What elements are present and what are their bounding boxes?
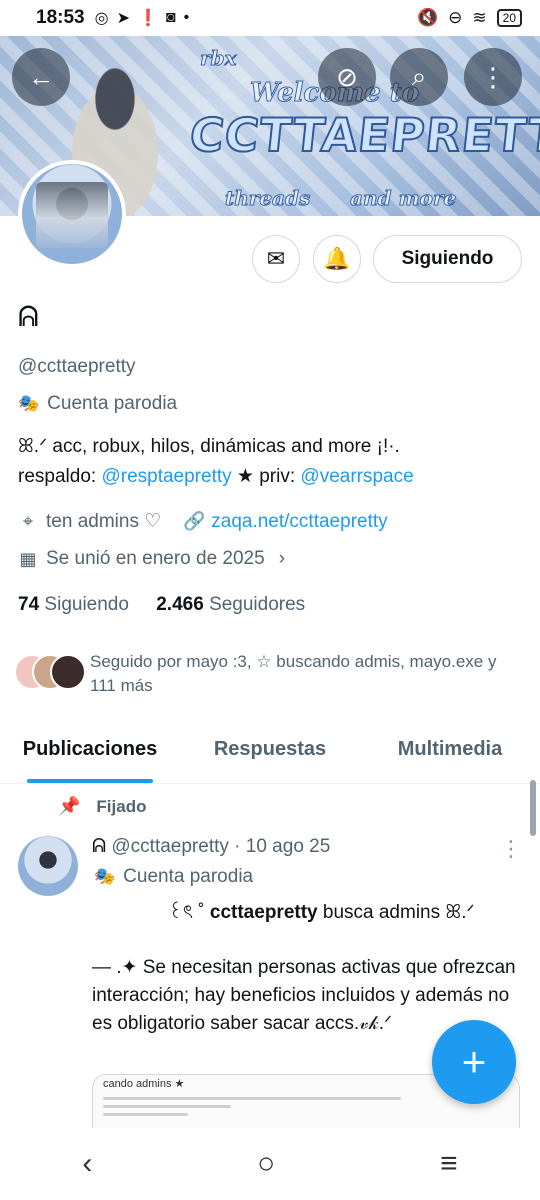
tab-publicaciones[interactable]: Publicaciones: [0, 720, 180, 783]
display-name: ᕱ: [18, 300, 39, 333]
calendar-icon: ▦: [19, 548, 37, 569]
status-bar: 18:53 ◎ ➤ ❗ ◙ • 🔇 ⊖ ≋ 20: [0, 0, 540, 36]
banner-title: CCTTAEPRETTY: [186, 107, 540, 163]
dnd-icon: ⊖: [448, 8, 463, 27]
scrollbar[interactable]: [530, 780, 536, 836]
arrow-left-icon: ←: [28, 61, 54, 92]
banner-rbx-text: rbx: [199, 46, 237, 71]
post-parody-label: 🎭 Cuenta parodia: [94, 866, 253, 888]
post-header[interactable]: ᕱ @ccttaepretty · 10 ago 25: [92, 836, 330, 858]
join-date: Se unió en enero de 2025: [46, 548, 265, 569]
following-stat[interactable]: 74 Siguiendo: [18, 594, 129, 615]
profile-tabs: Publicaciones Respuestas Multimedia: [0, 720, 540, 784]
chevron-right-icon: ›: [278, 548, 286, 569]
post-headline: ꒰ৎ ˚ ccttaepretty busca admins ꕤ.ᐟ: [168, 898, 475, 930]
whatsapp-icon: ◎: [94, 10, 109, 27]
bio-priv-link[interactable]: @vearrspace: [300, 466, 413, 487]
bio-respaldo-link[interactable]: @resptaepretty: [101, 466, 231, 487]
profile-website[interactable]: zaqa.net/ccttaepretty: [211, 511, 387, 533]
followers-label: Seguidores: [209, 594, 306, 615]
instagram-icon: ◙: [165, 9, 176, 26]
grok-button[interactable]: ⊘: [318, 48, 376, 106]
post-parody-text: Cuenta parodia: [123, 866, 254, 887]
followers-count: 2.466: [156, 594, 204, 615]
banner-threads-text: threads: [224, 186, 311, 211]
post-image-line: [103, 1097, 402, 1100]
post-more-button[interactable]: ⋮: [500, 836, 522, 862]
post-headline-prefix: ꒰ৎ ˚: [168, 902, 210, 923]
followed-by-row[interactable]: Seguido por mayo :3, ☆ buscando admis, m…: [14, 650, 526, 698]
pin-icon: 📌: [58, 796, 81, 816]
following-count: 74: [18, 594, 40, 615]
system-icons: 🔇 ⊖ ≋ 20: [417, 8, 522, 28]
post-image-line: [103, 1113, 189, 1116]
post-author-avatar[interactable]: [18, 836, 78, 896]
followers-stat[interactable]: 2.466 Seguidores: [156, 594, 305, 615]
post-headline-handle: ccttaepretty: [209, 902, 318, 923]
slash-circle-icon: ⊘: [336, 61, 358, 92]
profile-handle: @ccttaepretty: [18, 356, 136, 377]
envelope-icon: ✉: [266, 246, 286, 271]
bell-check-icon: 🔔: [323, 246, 351, 271]
tab-respuestas[interactable]: Respuestas: [180, 720, 360, 783]
join-date-row[interactable]: ▦ Se unió en enero de 2025 ›: [18, 548, 285, 570]
clock: 18:53: [36, 7, 85, 28]
notification-icons: ◎ ➤ ❗ ◙ •: [95, 8, 190, 28]
follow-counts: 74 Siguiendo 2.466 Seguidores: [18, 594, 305, 616]
bio-line-2: respaldo: @resptaepretty ★ priv: @vearrs…: [18, 462, 522, 492]
following-button[interactable]: Siguiendo: [373, 235, 522, 283]
post-image-line: [103, 1105, 231, 1108]
profile-avatar[interactable]: [18, 160, 126, 268]
wifi-icon: ≋: [472, 8, 487, 27]
bio-line-1: ꕤ.ᐟ acc, robux, hilos, dinámicas and mor…: [18, 436, 400, 457]
more-vertical-icon: ⋮: [480, 61, 506, 92]
parody-label: 🎭 Cuenta parodia: [18, 393, 177, 415]
mute-icon: 🔇: [416, 8, 439, 27]
profile-location: ten admins ♡: [46, 511, 162, 532]
search-icon: ⌕: [411, 61, 427, 91]
avatar-image: [36, 182, 108, 248]
compose-button[interactable]: +: [432, 1020, 516, 1104]
profile-meta-row: ⌖ ten admins ♡ 🔗 zaqa.net/ccttaepretty: [18, 510, 388, 533]
telegram-icon: ➤: [116, 10, 130, 27]
pinned-label: 📌 Fijado: [58, 796, 146, 817]
notifications-button[interactable]: 🔔: [313, 235, 361, 283]
mutual-avatars: [14, 650, 88, 690]
search-button[interactable]: ⌕: [390, 48, 448, 106]
message-button[interactable]: ✉: [252, 235, 300, 283]
nav-back-button[interactable]: ‹: [82, 1147, 92, 1181]
mutual-avatar-3: [50, 654, 86, 690]
parody-text: Cuenta parodia: [47, 393, 178, 414]
post-handle-date: @ccttaepretty · 10 ago 25: [111, 836, 331, 857]
tab-multimedia[interactable]: Multimedia: [360, 720, 540, 783]
more-vertical-icon: ⋮: [500, 836, 522, 861]
nav-recents-button[interactable]: ≡: [440, 1147, 458, 1181]
battery-icon: 20: [496, 9, 522, 27]
system-navigation-bar: ‹ ○ ≡: [0, 1128, 540, 1200]
alert-icon: ❗: [137, 10, 158, 27]
location-icon: ⌖: [22, 511, 34, 531]
more-options-button[interactable]: ⋮: [464, 48, 522, 106]
followed-by-text: Seguido por mayo :3, ☆ buscando admis, m…: [90, 652, 497, 695]
back-button[interactable]: ←: [12, 48, 70, 106]
mask-icon: 🎭: [94, 867, 116, 886]
dot-icon: •: [183, 9, 190, 26]
following-label: Siguiendo: [44, 594, 129, 615]
nav-home-button[interactable]: ○: [257, 1147, 275, 1181]
profile-bio: ꕤ.ᐟ acc, robux, hilos, dinámicas and mor…: [18, 432, 522, 492]
bio-priv-prefix: ★ priv:: [231, 466, 301, 487]
post-author-name: ᕱ: [92, 836, 107, 857]
bio-respaldo-prefix: respaldo:: [18, 466, 102, 487]
pinned-text: Fijado: [96, 796, 147, 816]
post-headline-suffix: busca admins ꕤ.ᐟ: [317, 902, 475, 923]
link-icon: 🔗: [183, 511, 206, 531]
mask-icon: 🎭: [18, 394, 40, 413]
plus-icon: +: [461, 1038, 487, 1085]
banner-andmore-text: and more: [349, 186, 457, 211]
